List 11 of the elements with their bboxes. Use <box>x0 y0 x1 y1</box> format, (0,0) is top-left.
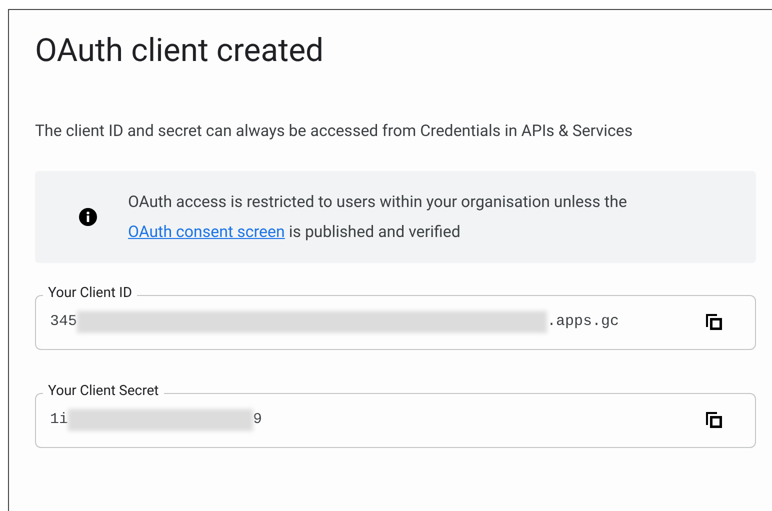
field-value: .apps.gc <box>547 312 620 332</box>
copy-icon[interactable] <box>705 313 723 331</box>
field-value: 9 <box>253 410 262 430</box>
info-icon <box>78 207 98 227</box>
description-text: The client ID and secret can always be accessed from Credentials in APIs & Services <box>35 120 634 142</box>
field-value: 345 <box>50 312 78 332</box>
notice-text: OAuth access is restricted to users within your organisation unless the OAuth consent screen is published and verified <box>128 191 628 243</box>
consent-screen-link[interactable]: OAuth consent screen <box>128 222 285 241</box>
field-value: 1i <box>50 410 68 430</box>
copy-icon[interactable] <box>705 411 723 429</box>
dialog-title: OAuth client created <box>35 30 325 70</box>
